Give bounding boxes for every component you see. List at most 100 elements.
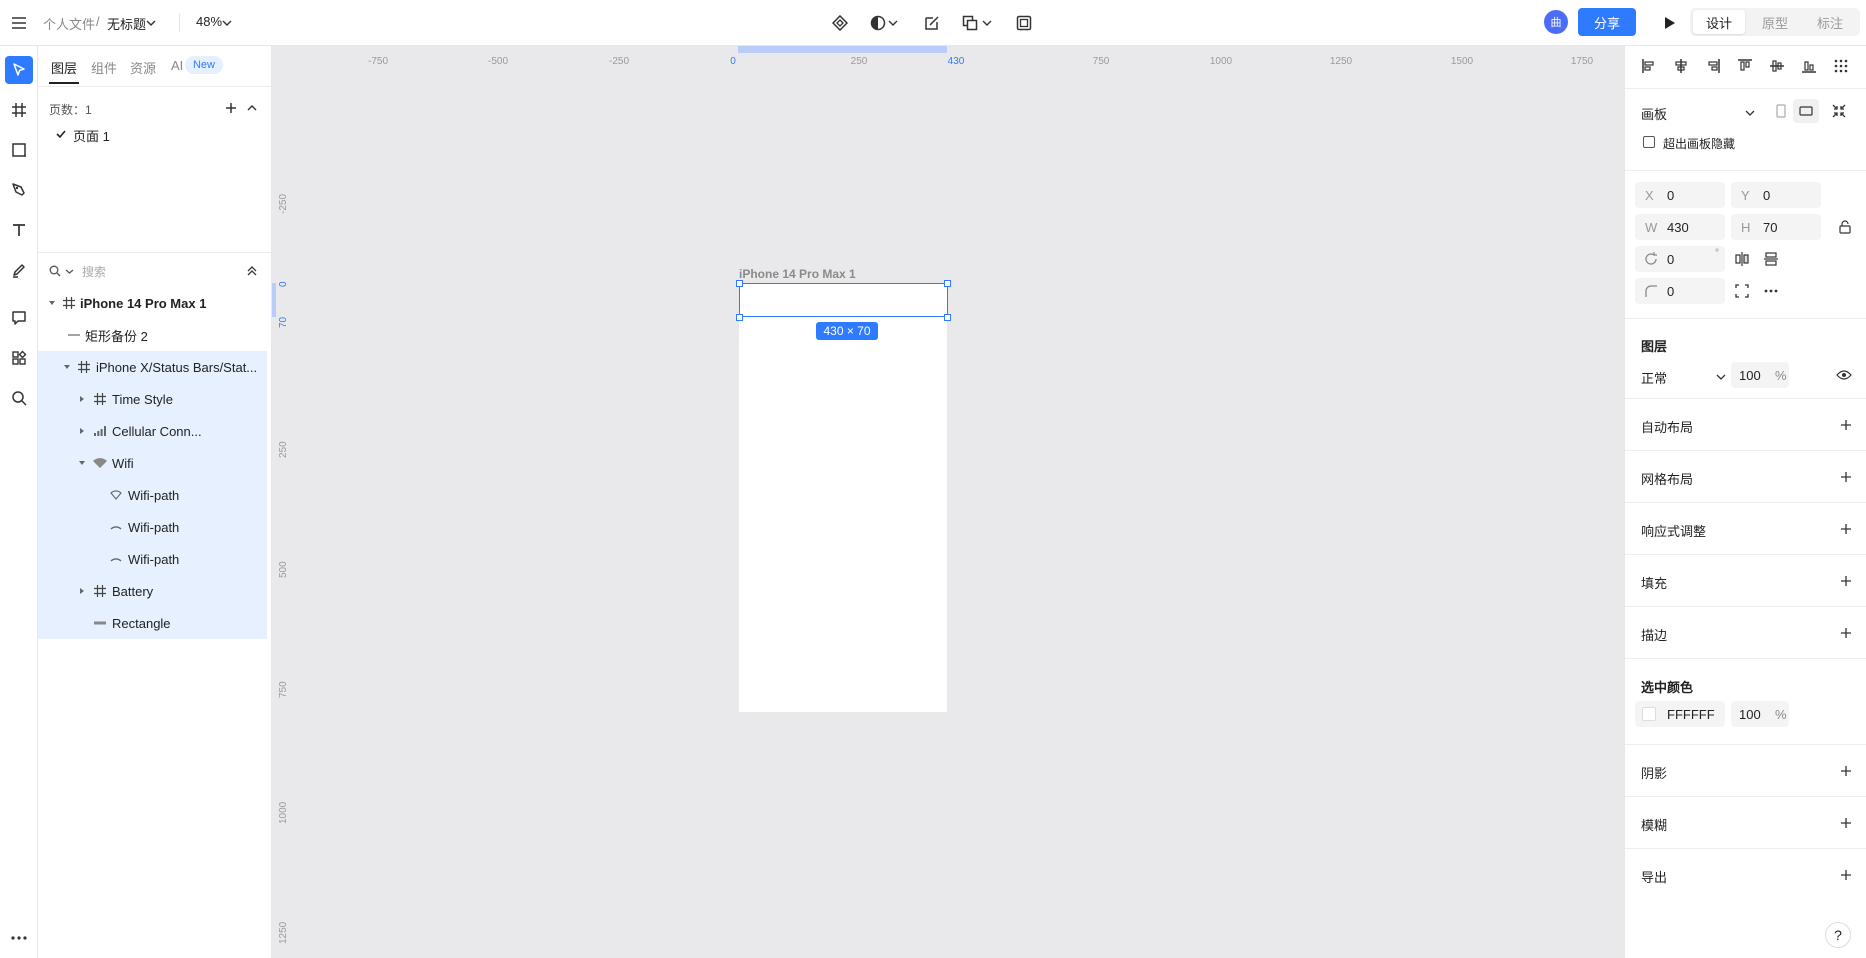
chevron-down-icon[interactable] — [144, 11, 158, 35]
y-field[interactable]: Y 0 — [1731, 182, 1821, 208]
chevron-down-icon[interactable] — [886, 11, 900, 35]
add-page-icon[interactable] — [222, 99, 240, 117]
shrink-icon[interactable] — [1830, 102, 1848, 120]
caret-right-icon[interactable] — [77, 426, 87, 436]
add-stroke-icon[interactable] — [1839, 626, 1853, 640]
frame-tool-icon[interactable] — [5, 96, 33, 124]
tab-prototype[interactable]: 原型 — [1749, 10, 1801, 34]
caret-down-icon[interactable] — [77, 458, 87, 468]
search-icon[interactable] — [5, 384, 33, 412]
pen-tool-icon[interactable] — [5, 176, 33, 204]
zoom-level[interactable]: 48% — [196, 14, 222, 29]
add-export-icon[interactable] — [1839, 868, 1853, 882]
canvas[interactable]: -750 -500 -250 0 250 430 750 1000 1250 1… — [272, 46, 1624, 958]
add-auto-layout-icon[interactable] — [1839, 418, 1853, 432]
more-icon[interactable] — [5, 924, 33, 952]
color-hex-field[interactable]: FFFFFF — [1635, 701, 1725, 727]
play-icon[interactable] — [1658, 11, 1682, 35]
collapse-all-icon[interactable] — [243, 262, 261, 280]
tab-components[interactable]: 组件 — [91, 58, 117, 77]
layer-row[interactable]: Wifi — [38, 447, 267, 479]
add-fill-icon[interactable] — [1839, 574, 1853, 588]
chevron-down-icon[interactable] — [220, 11, 234, 35]
flip-horizontal-icon[interactable] — [1733, 250, 1751, 268]
component-icon[interactable] — [828, 11, 852, 35]
align-right-icon[interactable] — [1703, 56, 1723, 76]
edit-icon[interactable] — [920, 11, 944, 35]
file-name[interactable]: 无标题 — [107, 14, 146, 33]
tab-assets[interactable]: 资源 — [130, 58, 156, 77]
lock-icon[interactable] — [1836, 218, 1854, 236]
layer-row[interactable]: iPhone 14 Pro Max 1 — [38, 287, 267, 319]
align-center-v-icon[interactable] — [1767, 56, 1787, 76]
caret-down-icon[interactable] — [62, 362, 72, 372]
flip-vertical-icon[interactable] — [1762, 250, 1780, 268]
color-opacity-field[interactable]: 100 % — [1731, 701, 1789, 727]
menu-icon[interactable] — [7, 11, 31, 35]
tab-annotate[interactable]: 标注 — [1804, 10, 1856, 34]
add-responsive-icon[interactable] — [1839, 522, 1853, 536]
chevron-down-icon[interactable] — [980, 11, 994, 35]
add-grid-layout-icon[interactable] — [1839, 470, 1853, 484]
selection-box[interactable] — [739, 283, 948, 317]
clip-content-checkbox[interactable] — [1643, 136, 1655, 148]
avatar[interactable]: 曲 — [1544, 10, 1568, 34]
tab-layers[interactable]: 图层 — [51, 58, 77, 77]
layer-search-input[interactable]: 搜索 — [82, 263, 106, 280]
caret-right-icon[interactable] — [77, 586, 87, 596]
layer-row[interactable]: Battery — [38, 575, 267, 607]
blend-mode-select[interactable]: 正常 — [1641, 368, 1667, 387]
x-field[interactable]: X 0 — [1635, 182, 1725, 208]
help-button[interactable]: ? — [1825, 922, 1851, 948]
artboard[interactable] — [739, 283, 947, 712]
align-bottom-icon[interactable] — [1799, 56, 1819, 76]
rectangle-tool-icon[interactable] — [5, 136, 33, 164]
portrait-icon[interactable] — [1772, 102, 1790, 120]
chevron-down-icon[interactable] — [60, 262, 78, 280]
color-swatch[interactable] — [1642, 707, 1656, 721]
layer-row[interactable]: Time Style — [38, 383, 267, 415]
chevron-down-icon[interactable] — [1741, 104, 1759, 122]
caret-down-icon[interactable] — [47, 298, 57, 308]
landscape-icon[interactable] — [1797, 102, 1815, 120]
resize-handle[interactable] — [944, 280, 951, 287]
page-item[interactable]: 页面 1 — [73, 126, 110, 145]
artboard-label[interactable]: iPhone 14 Pro Max 1 — [739, 267, 856, 281]
layer-row[interactable]: Wifi-path — [38, 479, 267, 511]
more-icon[interactable] — [1762, 282, 1780, 300]
tab-design[interactable]: 设计 — [1693, 10, 1745, 34]
add-blur-icon[interactable] — [1839, 816, 1853, 830]
distribute-icon[interactable] — [1831, 56, 1851, 76]
boolean-icon[interactable] — [958, 11, 982, 35]
resize-handle[interactable] — [944, 314, 951, 321]
independent-corners-icon[interactable] — [1733, 282, 1751, 300]
tab-ai[interactable]: AI — [171, 58, 183, 73]
layer-row[interactable]: Rectangle — [38, 607, 267, 639]
align-top-icon[interactable] — [1735, 56, 1755, 76]
align-left-icon[interactable] — [1639, 56, 1659, 76]
w-field[interactable]: W 430 — [1635, 214, 1725, 240]
layer-opacity-field[interactable]: 100 % — [1731, 362, 1789, 388]
breadcrumb-root[interactable]: 个人文件 — [43, 14, 95, 33]
add-shadow-icon[interactable] — [1839, 764, 1853, 778]
plugins-icon[interactable] — [5, 344, 33, 372]
eye-icon[interactable] — [1835, 366, 1853, 384]
layer-row[interactable]: iPhone X/Status Bars/Stat... — [38, 351, 267, 383]
align-center-h-icon[interactable] — [1671, 56, 1691, 76]
move-tool-icon[interactable] — [5, 56, 33, 84]
share-button[interactable]: 分享 — [1578, 8, 1636, 36]
layer-row[interactable]: 矩形备份 2 — [38, 319, 267, 351]
resize-handle[interactable] — [736, 280, 743, 287]
resize-handle[interactable] — [736, 314, 743, 321]
frame-selection-icon[interactable] — [1012, 11, 1036, 35]
h-field[interactable]: H 70 — [1731, 214, 1821, 240]
layer-row[interactable]: Wifi-path — [38, 543, 267, 575]
text-tool-icon[interactable] — [5, 216, 33, 244]
artboard-type-select[interactable]: 画板 — [1641, 104, 1667, 123]
pencil-tool-icon[interactable] — [5, 256, 33, 284]
comment-tool-icon[interactable] — [5, 304, 33, 332]
rotation-field[interactable]: 0 ° — [1635, 246, 1725, 272]
layer-row[interactable]: Cellular Conn... — [38, 415, 267, 447]
chevron-up-icon[interactable] — [243, 99, 261, 117]
layer-row[interactable]: Wifi-path — [38, 511, 267, 543]
